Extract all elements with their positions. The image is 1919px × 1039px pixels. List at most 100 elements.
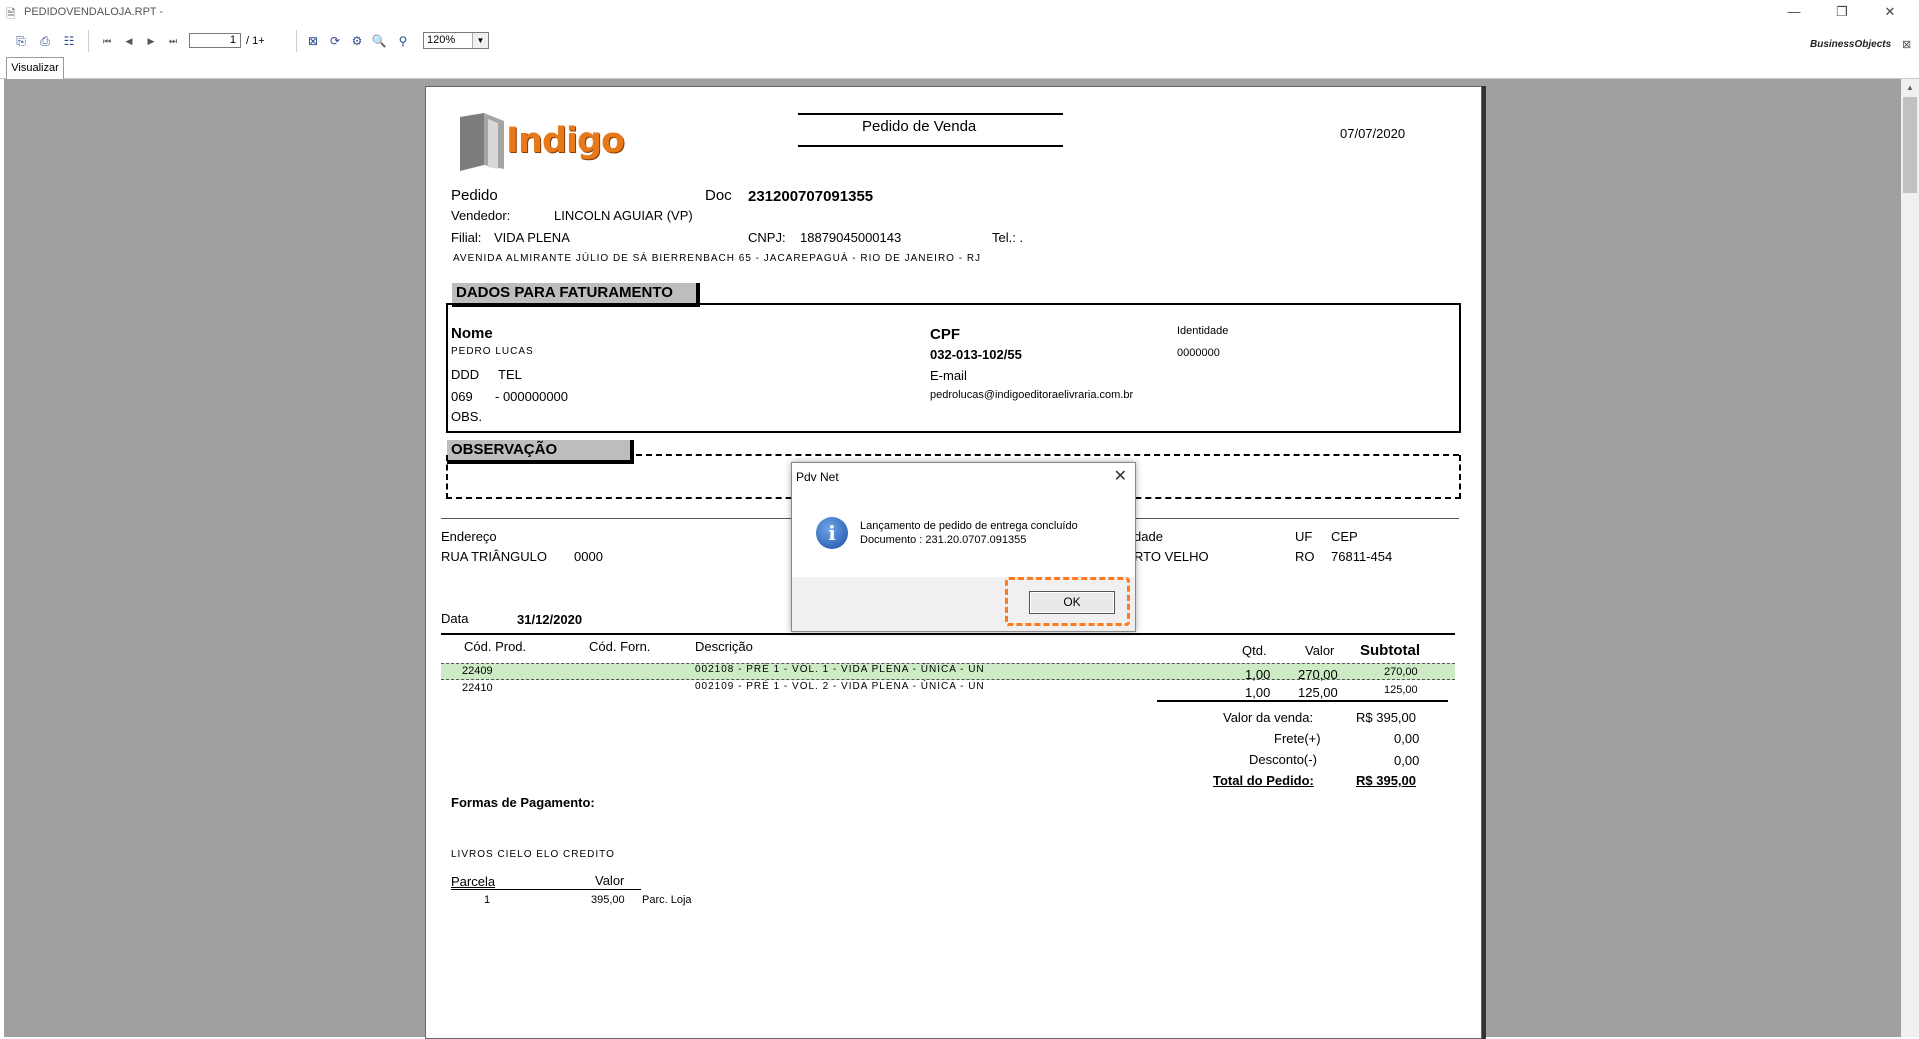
col-descricao: Descrição [695,639,753,654]
email-value: pedrolucas@indigoeditoraelivraria.com.br [930,389,1134,401]
item-subtotal: 125,00 [1384,684,1418,696]
nome-label: Nome [451,325,493,342]
report-toolbar [0,24,1919,56]
nome-value: PEDRO LUCAS [451,346,534,357]
window-title-bar: 🗎 PEDIDOVENDALOJA.RPT - — ❐ ✕ [0,0,1919,24]
venda-value: R$ 395,00 [1356,710,1416,725]
export-icon[interactable]: ⎘ [13,33,29,49]
parcela-valor-label: Valor [595,873,625,888]
close-view-icon[interactable]: ⊠ [305,33,321,49]
toolbar-separator [88,30,89,52]
item-qtd: 1,00 [1245,685,1271,700]
email-label: E-mail [930,368,967,383]
identidade-label: Identidade [1177,325,1229,337]
logo-text: Indigo [506,121,625,161]
frete-label: Frete(+) [1274,731,1321,746]
filial-label: Filial: [451,230,482,245]
toolbar-separator [296,30,297,52]
filial-value: VIDA PLENA [494,230,570,245]
uf-value: RO [1295,549,1315,564]
dialog-message-line2: Documento : 231.20.0707.091355 [860,534,1027,546]
dialog-close-button[interactable]: ✕ [1114,466,1127,486]
item-qtd: 1,00 [1245,667,1271,682]
pedido-label: Pedido [451,187,498,204]
parcela-num: 1 [484,894,491,906]
vendedor-label: Vendedor: [451,208,511,223]
page-number-input[interactable]: 1 [189,33,241,48]
vendedor-value: LINCOLN AGUIAR (VP) [554,208,693,223]
search-icon[interactable]: 🔍 [371,33,387,49]
info-icon: i [816,517,848,549]
endereco-value: RUA TRIÂNGULO [441,549,547,564]
binoculars-icon[interactable]: ⚲ [395,33,411,49]
item-valor: 125,00 [1298,685,1338,700]
ddd-label: DDD [451,367,480,382]
message-dialog: Pdv Net ✕ i Lançamento de pedido de entr… [791,462,1136,632]
tel-label: Tel.: . [992,230,1024,245]
businessobjects-logo: BusinessObjects [1810,39,1892,50]
obs-label: OBS. [451,409,483,424]
cnpj-label: CNPJ: [748,230,786,245]
data-label: Data [441,611,469,626]
chevron-down-icon[interactable]: ▼ [472,33,488,48]
vertical-scrollbar[interactable]: ▲ [1901,79,1919,1037]
report-date: 07/07/2020 [1340,126,1406,141]
minimize-button[interactable]: — [1774,2,1814,22]
item-desc: 002109 - PRÉ 1 - VOL. 2 - VIDA PLENA - Ú… [695,681,985,692]
close-window-button[interactable]: ✕ [1870,2,1910,22]
doc-label: Doc [705,187,732,204]
restore-button[interactable]: ❐ [1822,2,1862,22]
tel-value: - 000000000 [495,389,569,404]
scrollbar-thumb[interactable] [1903,97,1917,193]
desconto-value: 0,00 [1394,753,1420,768]
venda-label: Valor da venda: [1223,710,1314,725]
col-cod-prod: Cód. Prod. [464,639,527,654]
parcela-desc: Parc. Loja [642,894,692,906]
cpf-label: CPF [930,326,960,343]
cnpj-value: 18879045000143 [800,230,902,245]
data-value: 31/12/2020 [517,612,583,627]
col-valor: Valor [1305,643,1335,658]
pagamento-forma: LIVROS CIELO ELO CREDITO [451,849,615,860]
last-page-icon[interactable]: ⏭ [165,33,181,49]
zoom-value: 120% [427,34,456,46]
item-cod: 22409 [462,665,493,677]
report-title: Pedido de Venda [862,118,977,135]
endereco-label: Endereço [441,529,497,544]
cep-value: 76811-454 [1331,549,1393,564]
store-address: AVENIDA ALMIRANTE JÚLIO DE SÁ BIERRENBAC… [453,253,982,264]
cidade-value: RTO VELHO [1134,549,1209,564]
zoom-select[interactable]: 120% ▼ [423,32,489,49]
dialog-message-line1: Lançamento de pedido de entrega concluíd… [860,520,1078,532]
item-cod: 22410 [462,682,493,694]
dialog-title: Pdv Net [796,470,839,484]
prev-page-icon[interactable]: ◀ [121,33,137,49]
desconto-label: Desconto(-) [1249,752,1317,767]
close-tab-icon[interactable]: ⊠ [1902,38,1911,51]
total-label: Total do Pedido: [1213,773,1314,788]
tab-strip [0,56,1919,79]
col-cod-forn: Cód. Forn. [589,639,651,654]
search-replace-icon[interactable]: ⚙ [349,33,365,49]
tab-visualizar[interactable]: Visualizar [6,57,64,79]
refresh-icon[interactable]: ⟳ [327,33,343,49]
tel-field-label: TEL [498,367,522,382]
page-total-label: / 1+ [246,35,265,47]
total-value: R$ 395,00 [1356,773,1416,788]
cep-label: CEP [1331,529,1358,544]
first-page-icon[interactable]: ⏮ [99,33,115,49]
scroll-up-icon[interactable]: ▲ [1901,79,1919,96]
pagamento-header: Formas de Pagamento: [451,795,595,810]
print-icon[interactable]: ⎙ [37,33,53,49]
report-file-icon: 🗎 [6,7,16,21]
item-desc: 002108 - PRÉ 1 - VOL. 1 - VIDA PLENA - Ú… [695,664,985,675]
parcela-label: Parcela [451,874,496,889]
identidade-value: 0000000 [1177,347,1220,359]
col-qtd: Qtd. [1242,643,1267,658]
doc-number: 231200707091355 [748,188,874,205]
ok-button[interactable]: OK [1029,591,1115,614]
dialog-message: Lançamento de pedido de entrega concluíd… [860,519,1078,547]
col-subtotal: Subtotal [1360,642,1420,659]
group-tree-icon[interactable]: ☷ [61,33,77,49]
next-page-icon[interactable]: ▶ [143,33,159,49]
